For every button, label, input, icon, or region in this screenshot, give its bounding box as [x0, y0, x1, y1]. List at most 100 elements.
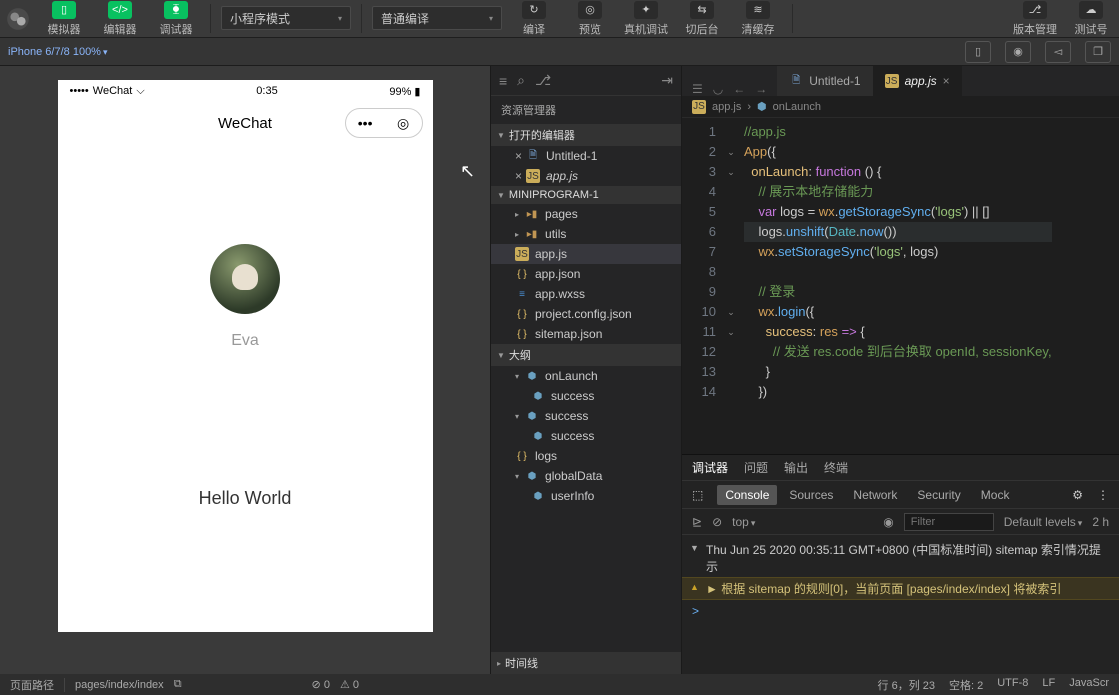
outline-header[interactable]: ▼大纲: [491, 344, 681, 366]
dbg-subtab[interactable]: Console: [717, 485, 777, 505]
tree-item[interactable]: JSapp.js: [491, 244, 681, 264]
dbg-tab[interactable]: 问题: [744, 459, 768, 476]
inspect-icon[interactable]: ⬚: [692, 488, 703, 502]
signal-icon: •••••: [70, 85, 89, 97]
explorer-pane: ≡ ⌕ ⎇ ⇥ 资源管理器 ▼打开的编辑器 🗎Untitled-1JSapp.j…: [490, 66, 682, 674]
dbg-subtab[interactable]: Mock: [973, 485, 1018, 505]
app-logo: [0, 0, 36, 38]
tb-编辑器[interactable]: </>编辑器: [92, 0, 148, 37]
clear-icon[interactable]: ⊘: [712, 515, 722, 529]
tb-测试号[interactable]: ☁测试号: [1063, 0, 1119, 37]
tree-item[interactable]: ▸▸▮pages: [491, 204, 681, 224]
phone-frame: ••••• WeChat ⌵ 0:35 99% ▮ WeChat •••◎ Ev…: [58, 80, 433, 632]
gear-icon[interactable]: ⚙: [1072, 488, 1083, 502]
status-errors[interactable]: ⊘ 0: [312, 678, 330, 691]
breadcrumb[interactable]: JS app.js › ⬢ onLaunch: [682, 96, 1119, 118]
timeline-header[interactable]: ▸时间线: [491, 652, 681, 674]
status-encoding[interactable]: UTF-8: [997, 677, 1028, 693]
eye-icon[interactable]: ◉: [883, 515, 893, 529]
editor-tabs: ☰ ◡ ← → 🗎Untitled-1JSapp.js×: [682, 66, 1119, 96]
search-icon[interactable]: ⌕: [517, 72, 525, 89]
tb-预览[interactable]: ◎预览: [562, 0, 618, 37]
mute-icon[interactable]: ◅: [1045, 41, 1071, 63]
tree-item[interactable]: { }app.json: [491, 264, 681, 284]
tb-清缓存[interactable]: ≋清缓存: [730, 0, 786, 37]
tb-模拟器[interactable]: ▯模拟器: [36, 0, 92, 37]
status-cursor[interactable]: 行 6，列 23: [878, 677, 935, 693]
branch-icon[interactable]: ⎇: [535, 72, 551, 89]
more-icon[interactable]: ⋮: [1097, 488, 1109, 502]
explorer-tabs: ≡ ⌕ ⎇ ⇥: [491, 66, 681, 96]
project-header[interactable]: ▼MINIPROGRAM-1: [491, 186, 681, 204]
capsule[interactable]: ••• ◎: [345, 108, 423, 138]
dbg-subtab[interactable]: Sources: [781, 485, 841, 505]
debugger-subtabs: ⬚ ConsoleSourcesNetworkSecurityMock ⚙ ⋮: [682, 481, 1119, 509]
close-icon[interactable]: ×: [943, 74, 950, 88]
device-icon[interactable]: ▯: [965, 41, 991, 63]
forward-icon[interactable]: →: [755, 82, 767, 96]
levels-select[interactable]: Default levels: [1004, 515, 1083, 529]
avatar[interactable]: [210, 244, 280, 314]
status-spaces[interactable]: 空格: 2: [949, 677, 983, 693]
open-editor-item[interactable]: 🗎Untitled-1: [491, 146, 681, 166]
device-label[interactable]: iPhone 6/7/8 100%: [8, 46, 108, 58]
simulator-pane: ••••• WeChat ⌵ 0:35 99% ▮ WeChat •••◎ Ev…: [0, 66, 490, 674]
outline-item[interactable]: ▾⬢globalData: [491, 466, 681, 486]
code-editor[interactable]: 1234567891011121314 ⌄⌄⌄⌄ //app.jsApp({ o…: [682, 118, 1119, 454]
window-icon[interactable]: ❐: [1085, 41, 1111, 63]
list-icon[interactable]: ☰: [692, 82, 703, 96]
explorer-tab-icon[interactable]: ≡: [499, 73, 507, 89]
open-editor-item[interactable]: JSapp.js: [491, 166, 681, 186]
compile-select[interactable]: 普通编译▾: [372, 6, 502, 30]
tree-item[interactable]: ≡app.wxss: [491, 284, 681, 304]
open-editors-header[interactable]: ▼打开的编辑器: [491, 124, 681, 146]
console-group[interactable]: Thu Jun 25 2020 00:35:11 GMT+0800 (中国标准时…: [682, 539, 1119, 577]
target-icon[interactable]: ◎: [397, 115, 409, 132]
body-text: Hello World: [199, 488, 292, 509]
dbg-tab[interactable]: 终端: [824, 459, 848, 476]
filter-input[interactable]: [904, 513, 994, 531]
battery-icon: ▮: [414, 86, 420, 98]
collapse-icon[interactable]: ⇥: [661, 72, 673, 89]
tree-item[interactable]: { }project.config.json: [491, 304, 681, 324]
play-icon[interactable]: ⊵: [692, 515, 702, 529]
console-warning[interactable]: ► 根据 sitemap 的规则[0]，当前页面 [pages/index/in…: [682, 577, 1119, 600]
outline-item[interactable]: { }logs: [491, 446, 681, 466]
phone-time: 0:35: [256, 85, 277, 97]
context-select[interactable]: top: [732, 515, 755, 529]
status-path-label[interactable]: 页面路径: [10, 677, 54, 693]
console-output[interactable]: Thu Jun 25 2020 00:35:11 GMT+0800 (中国标准时…: [682, 535, 1119, 674]
back-icon[interactable]: ←: [733, 82, 745, 96]
tb-真机调试[interactable]: ✦真机调试: [618, 0, 674, 37]
editor-pane: ☰ ◡ ← → 🗎Untitled-1JSapp.js× JS app.js ›…: [682, 66, 1119, 674]
copy-icon[interactable]: ⧉: [174, 678, 182, 691]
outline-item[interactable]: ▾⬢success: [491, 406, 681, 426]
more-icon[interactable]: •••: [358, 115, 373, 131]
tb-版本管理[interactable]: ⎇版本管理: [1007, 0, 1063, 37]
dbg-subtab[interactable]: Security: [909, 485, 968, 505]
cursor-icon: ↖: [460, 161, 475, 182]
outline-item[interactable]: ⬢userInfo: [491, 486, 681, 506]
tree-item[interactable]: ▸▸▮utils: [491, 224, 681, 244]
status-warnings[interactable]: ⚠ 0: [340, 678, 359, 691]
record-icon[interactable]: ◉: [1005, 41, 1031, 63]
tb-编译[interactable]: ↻编译: [506, 0, 562, 37]
outline-item[interactable]: ⬢success: [491, 386, 681, 406]
status-eol[interactable]: LF: [1042, 677, 1055, 693]
tb-切后台[interactable]: ⇆切后台: [674, 0, 730, 37]
editor-tab[interactable]: JSapp.js×: [873, 66, 962, 96]
outline-item[interactable]: ⬢success: [491, 426, 681, 446]
mode-select[interactable]: 小程序模式▾: [221, 6, 351, 30]
dbg-tab[interactable]: 输出: [784, 459, 808, 476]
dbg-tab[interactable]: 调试器: [692, 459, 728, 476]
bookmark-icon[interactable]: ◡: [713, 82, 723, 96]
tb-调试器[interactable]: ⧳调试器: [148, 0, 204, 37]
outline-item[interactable]: ▾⬢onLaunch: [491, 366, 681, 386]
status-lang[interactable]: JavaScr: [1069, 677, 1109, 693]
dbg-subtab[interactable]: Network: [845, 485, 905, 505]
editor-tab[interactable]: 🗎Untitled-1: [777, 66, 872, 96]
status-path[interactable]: pages/index/index: [75, 679, 164, 691]
phone-statusbar: ••••• WeChat ⌵ 0:35 99% ▮: [58, 80, 433, 102]
tree-item[interactable]: { }sitemap.json: [491, 324, 681, 344]
console-prompt[interactable]: >: [682, 600, 1119, 622]
